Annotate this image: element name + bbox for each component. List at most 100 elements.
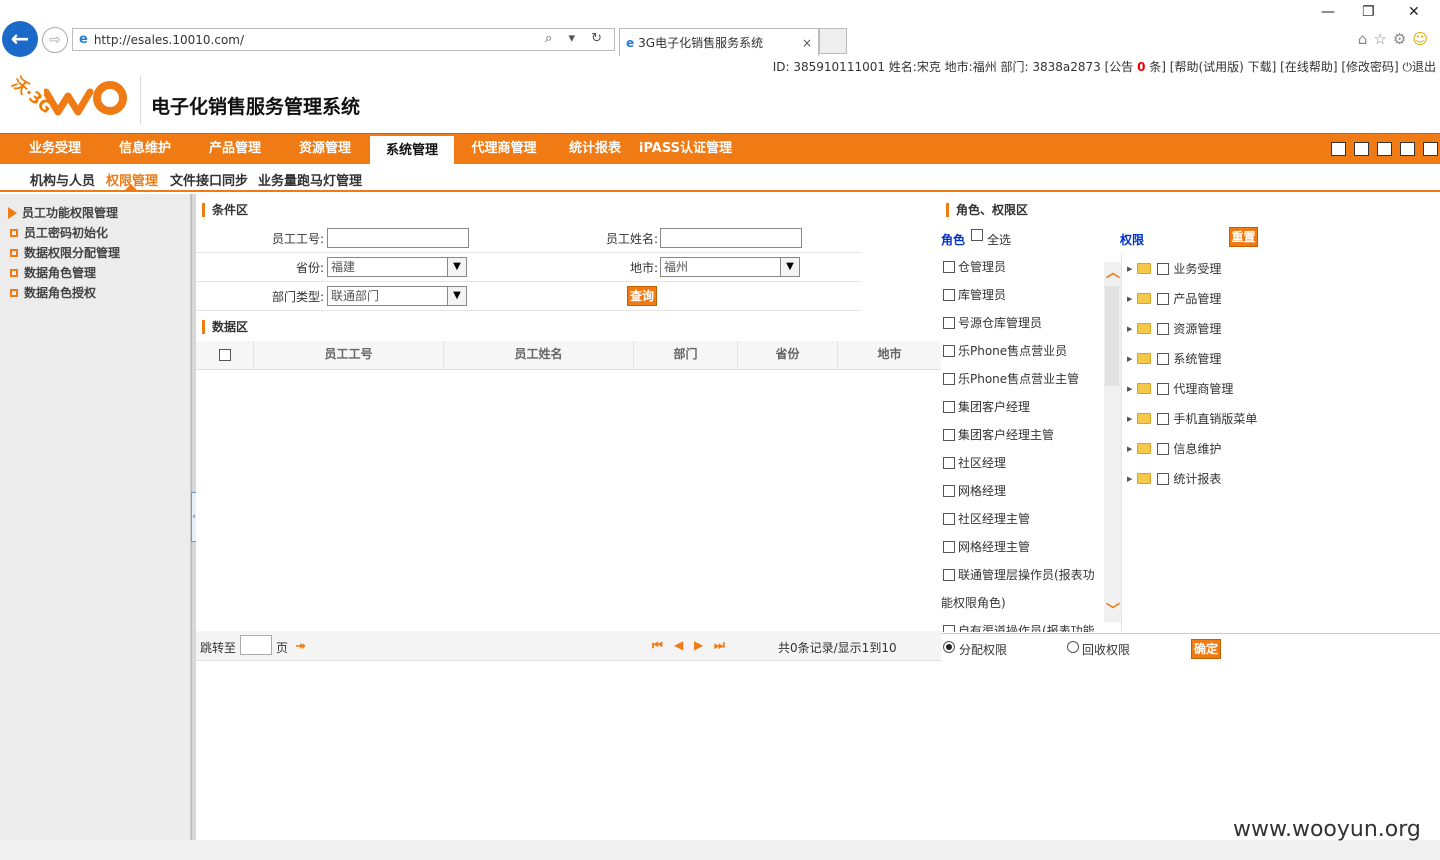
- role-checkbox[interactable]: [943, 456, 955, 469]
- role-item[interactable]: 乐Phone售点营业主管: [943, 370, 1079, 387]
- left-menu-item-staff-func[interactable]: 员工功能权限管理: [8, 204, 118, 221]
- expand-icon[interactable]: ▶: [1127, 355, 1132, 363]
- role-checkbox[interactable]: [943, 428, 955, 441]
- go-icon[interactable]: ⯮: [296, 638, 306, 653]
- expand-icon[interactable]: ▶: [1127, 325, 1132, 333]
- role-checkbox[interactable]: [943, 540, 955, 553]
- nav-item-business[interactable]: 业务受理: [20, 134, 90, 165]
- perm-checkbox[interactable]: [1157, 442, 1170, 455]
- left-menu-item-role-grant[interactable]: 数据角色授权: [10, 284, 96, 301]
- chevron-down-icon[interactable]: ▼: [447, 258, 466, 276]
- perm-node[interactable]: ▶ 系统管理: [1127, 350, 1221, 367]
- home-icon[interactable]: ⌂: [1358, 30, 1374, 48]
- reset-button[interactable]: 重置: [1229, 227, 1258, 247]
- perm-checkbox[interactable]: [1157, 262, 1170, 275]
- perm-node[interactable]: ▶ 信息维护: [1127, 440, 1221, 457]
- left-menu-item-data-perm[interactable]: 数据权限分配管理: [10, 244, 120, 261]
- col-city[interactable]: 地市: [838, 341, 941, 370]
- perm-node[interactable]: ▶ 资源管理: [1127, 320, 1221, 337]
- smiley-icon[interactable]: ☺: [1412, 30, 1434, 48]
- chevron-down-icon[interactable]: ▼: [447, 287, 466, 305]
- scroll-thumb[interactable]: [1105, 286, 1119, 386]
- perm-checkbox[interactable]: [1157, 322, 1170, 335]
- role-checkbox[interactable]: [943, 288, 955, 301]
- next-page-icon[interactable]: ▶: [694, 638, 703, 652]
- scroll-up-icon[interactable]: ︿: [1106, 262, 1120, 282]
- role-item[interactable]: 库管理员: [943, 286, 1006, 303]
- layout-2-icon[interactable]: [1354, 142, 1369, 156]
- nav-item-system[interactable]: 系统管理: [370, 134, 454, 165]
- role-checkbox[interactable]: [943, 512, 955, 525]
- role-checkbox[interactable]: [943, 260, 955, 273]
- page-number-input[interactable]: [240, 635, 272, 655]
- perm-checkbox[interactable]: [1157, 412, 1170, 425]
- perm-checkbox[interactable]: [1157, 472, 1170, 485]
- perm-node[interactable]: ▶ 代理商管理: [1127, 380, 1233, 397]
- city-select[interactable]: 福州 ▼: [660, 257, 800, 277]
- perm-checkbox[interactable]: [1157, 382, 1170, 395]
- forward-button[interactable]: ⇨: [42, 27, 68, 53]
- role-item[interactable]: 仓管理员: [943, 258, 1006, 275]
- role-item[interactable]: 集团客户经理主管: [943, 426, 1054, 443]
- role-item[interactable]: 社区经理: [943, 454, 1006, 471]
- perm-checkbox[interactable]: [1157, 292, 1170, 305]
- tab-close-icon[interactable]: ×: [802, 36, 812, 50]
- minimize-icon[interactable]: —: [1321, 4, 1335, 20]
- role-checkbox[interactable]: [943, 316, 955, 329]
- confirm-button[interactable]: 确定: [1191, 639, 1221, 659]
- layout-5-icon[interactable]: [1423, 142, 1438, 156]
- address-tools[interactable]: ⌕ ▾ ↻: [545, 31, 608, 46]
- assign-radio[interactable]: [943, 641, 955, 653]
- revoke-radio[interactable]: [1067, 641, 1079, 653]
- col-province[interactable]: 省份: [738, 341, 838, 370]
- col-dept[interactable]: 部门: [634, 341, 738, 370]
- expand-icon[interactable]: ▶: [1127, 475, 1132, 483]
- nav-item-report[interactable]: 统计报表: [560, 134, 630, 165]
- emp-id-input[interactable]: [327, 228, 469, 248]
- perm-node[interactable]: ▶ 统计报表: [1127, 470, 1221, 487]
- expand-icon[interactable]: ▶: [1127, 265, 1132, 273]
- expand-icon[interactable]: ▶: [1127, 445, 1132, 453]
- role-item[interactable]: 网格经理: [943, 482, 1006, 499]
- expand-icon[interactable]: ▶: [1127, 415, 1132, 423]
- back-button[interactable]: ←: [2, 21, 38, 57]
- col-emp-name[interactable]: 员工姓名: [444, 341, 634, 370]
- perm-node[interactable]: ▶ 业务受理: [1127, 260, 1221, 277]
- emp-name-input[interactable]: [660, 228, 802, 248]
- role-checkbox[interactable]: [943, 344, 955, 357]
- expand-icon[interactable]: ▶: [1127, 295, 1132, 303]
- left-menu-item-data-role[interactable]: 数据角色管理: [10, 264, 96, 281]
- role-checkbox[interactable]: [943, 484, 955, 497]
- role-item[interactable]: 号源仓库管理员: [943, 314, 1042, 331]
- province-select[interactable]: 福建 ▼: [327, 257, 467, 277]
- layout-1-icon[interactable]: [1331, 142, 1346, 156]
- star-icon[interactable]: ☆: [1373, 30, 1392, 48]
- subnav-file-sync[interactable]: 文件接口同步: [170, 170, 248, 189]
- perm-node[interactable]: ▶ 产品管理: [1127, 290, 1221, 307]
- new-tab-button[interactable]: [819, 28, 847, 54]
- prev-page-icon[interactable]: ◀: [674, 638, 683, 652]
- role-item[interactable]: 联通管理层操作员(报表功: [943, 566, 1095, 583]
- layout-3-icon[interactable]: [1377, 142, 1392, 156]
- first-page-icon[interactable]: ⏮: [652, 638, 663, 653]
- left-menu-item-pwd-init[interactable]: 员工密码初始化: [10, 224, 108, 241]
- layout-4-icon[interactable]: [1400, 142, 1415, 156]
- last-page-icon[interactable]: ⏭: [714, 638, 725, 653]
- query-button[interactable]: 查询: [627, 286, 657, 306]
- nav-item-resource[interactable]: 资源管理: [290, 134, 360, 165]
- nav-item-agent[interactable]: 代理商管理: [464, 134, 544, 165]
- select-all-checkbox[interactable]: [218, 348, 231, 361]
- role-item[interactable]: 乐Phone售点营业员: [943, 342, 1067, 359]
- restore-icon[interactable]: ❐: [1362, 4, 1375, 20]
- scroll-down-icon[interactable]: ﹀: [1106, 600, 1120, 620]
- role-checkbox[interactable]: [943, 568, 955, 581]
- chevron-down-icon[interactable]: ▼: [780, 258, 799, 276]
- close-icon[interactable]: ✕: [1408, 4, 1420, 20]
- nav-item-info[interactable]: 信息维护: [110, 134, 180, 165]
- role-item[interactable]: 网格经理主管: [943, 538, 1030, 555]
- role-scrollbar[interactable]: ︿ ﹀: [1104, 262, 1121, 622]
- nav-item-ipass[interactable]: iPASS认证管理: [638, 134, 733, 165]
- subnav-marquee[interactable]: 业务量跑马灯管理: [258, 170, 362, 189]
- role-checkbox[interactable]: [943, 400, 955, 413]
- perm-node[interactable]: ▶ 手机直销版菜单: [1127, 410, 1257, 427]
